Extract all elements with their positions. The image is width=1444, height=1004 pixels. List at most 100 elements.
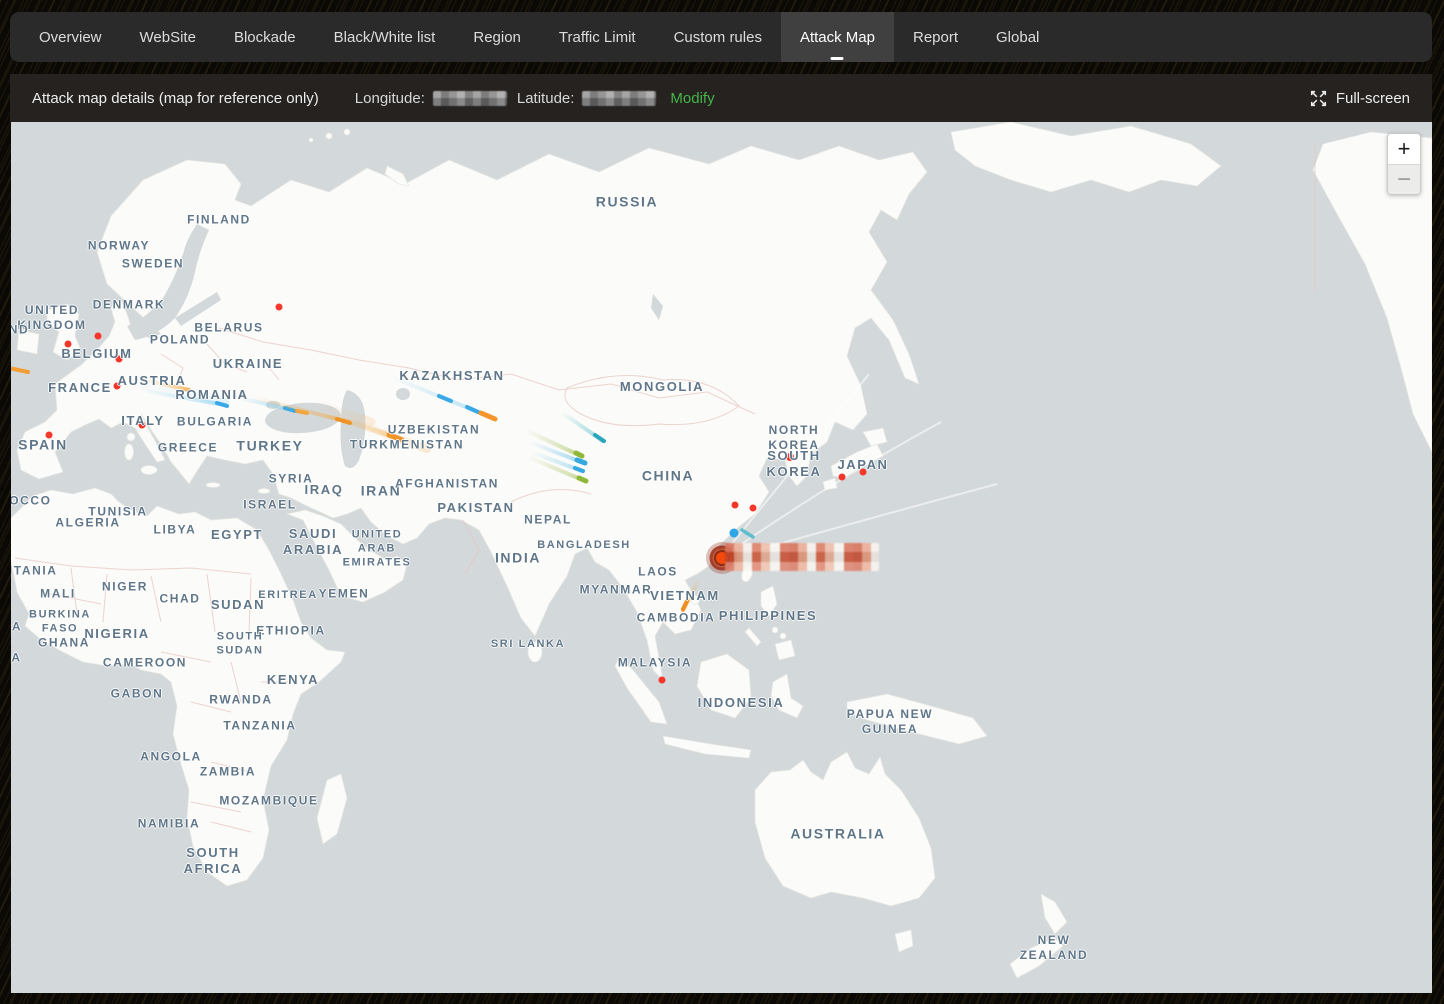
map-label-kenya: KENYA	[267, 672, 319, 688]
map-label-south-africa: SOUTH AFRICA	[184, 845, 243, 878]
attack-source-dot-11	[750, 505, 757, 512]
attack-source-dot-6	[276, 304, 283, 311]
map-label-ireland: IRELAND	[11, 323, 29, 338]
attack-source-dot-8	[839, 474, 846, 481]
map-label-gabon: GABON	[111, 687, 164, 702]
map-label-romania: ROMANIA	[175, 387, 248, 403]
map-label-ukraine: UKRAINE	[213, 356, 283, 372]
latitude-value-redacted	[582, 91, 656, 106]
map-zoom-control: + −	[1387, 133, 1421, 195]
map-label-uzbekistan: UZBEKISTAN	[388, 423, 480, 438]
map-label-south-sudan: SOUTH SUDAN	[216, 630, 263, 658]
page-title: Attack map details (map for reference on…	[32, 90, 319, 107]
map-label-iraq: IRAQ	[305, 482, 344, 498]
attack-source-dot-10	[732, 502, 739, 509]
map-label-mozambique: MOZAMBIQUE	[219, 794, 318, 809]
map-label-new-zealand: NEW ZEALAND	[1020, 933, 1089, 963]
modify-link[interactable]: Modify	[670, 90, 714, 107]
map-label-afghanistan: AFGHANISTAN	[395, 477, 499, 492]
map-label-malaysia: MALAYSIA	[618, 656, 692, 671]
tab-custom-rules[interactable]: Custom rules	[655, 12, 781, 62]
map-label-south-korea: SOUTH KOREA	[767, 448, 822, 481]
map-label-denmark: DENMARK	[93, 298, 166, 313]
tab-website[interactable]: WebSite	[121, 12, 215, 62]
map-label-australia: AUSTRALIA	[790, 825, 885, 843]
map-label-vietnam: VIETNAM	[650, 588, 720, 604]
tab-black-white-list[interactable]: Black/White list	[315, 12, 455, 62]
map-label-turkmenistan: TURKMENISTAN	[350, 438, 464, 453]
map-label-saudi-arabia: SAUDI ARABIA	[283, 526, 343, 559]
map-label-india: INDIA	[495, 549, 541, 567]
map-label-burkina-faso: BURKINA FASO	[29, 608, 91, 636]
world-attack-map[interactable]: RUSSIAFINLANDNORWAYSWEDENDENMARKUNITED K…	[11, 122, 1432, 993]
map-toolbar: Attack map details (map for reference on…	[10, 74, 1432, 122]
map-label-pakistan: PAKISTAN	[437, 500, 514, 516]
tab-attack-map[interactable]: Attack Map	[781, 12, 894, 62]
attack-trail-27	[579, 478, 586, 481]
zoom-in-button[interactable]: +	[1388, 134, 1420, 164]
map-label-israel: ISRAEL	[243, 498, 297, 513]
map-label-poland: POLAND	[150, 333, 210, 348]
map-label-italy: ITALY	[121, 413, 164, 429]
latitude-label: Latitude:	[517, 90, 575, 107]
map-label-greece: GREECE	[158, 441, 218, 456]
attack-source-dot-13	[730, 529, 739, 538]
map-label-namibia: NAMIBIA	[138, 817, 201, 832]
fullscreen-label: Full-screen	[1336, 90, 1410, 107]
map-label-belgium: BELGIUM	[61, 346, 132, 362]
tab-region[interactable]: Region	[454, 12, 540, 62]
map-label-united-arab-emirates: UNITED ARAB EMIRATES	[343, 528, 412, 569]
map-label-yemen: YEMEN	[319, 587, 370, 602]
map-label-algeria: ALGERIA	[55, 516, 120, 531]
map-label-indonesia: INDONESIA	[698, 695, 785, 711]
attack-source-dot-1	[95, 333, 102, 340]
map-label-finland: FINLAND	[187, 213, 251, 228]
attack-trail-23	[577, 460, 585, 463]
map-label-myanmar: MYANMAR	[580, 583, 653, 598]
attack-trail-25	[575, 468, 583, 471]
map-label-kazakhstan: KAZAKHSTAN	[399, 368, 504, 384]
map-label-angola: ANGOLA	[140, 750, 202, 765]
tab-blockade[interactable]: Blockade	[215, 12, 315, 62]
map-toolbar-left: Attack map details (map for reference on…	[32, 90, 715, 107]
map-label-niger: NIGER	[102, 580, 148, 595]
map-label-spain: SPAIN	[18, 436, 68, 454]
zoom-out-button[interactable]: −	[1388, 164, 1420, 194]
map-label-sri-lanka: SRI LANKA	[491, 638, 565, 652]
map-label-ethiopia: ETHIOPIA	[256, 624, 325, 639]
map-label-nepal: NEPAL	[524, 513, 572, 528]
map-label-mauritania: MAURITANIA	[11, 564, 58, 579]
map-label-morocco: MOROCCO	[11, 494, 52, 509]
map-label-france: FRANCE	[48, 380, 112, 396]
fullscreen-icon	[1310, 90, 1327, 107]
attack-trail-30	[742, 530, 753, 537]
map-label-cameroon: CAMEROON	[103, 656, 187, 671]
map-label-liberia: LIBERIA	[11, 651, 22, 666]
map-label-turkey: TURKEY	[236, 437, 303, 455]
tab-overview[interactable]: Overview	[20, 12, 121, 62]
attack-map-page: OverviewWebSiteBlockadeBlack/White listR…	[0, 0, 1444, 1004]
map-label-rwanda: RWANDA	[209, 693, 272, 708]
longitude-label: Longitude:	[355, 90, 425, 107]
map-label-japan: JAPAN	[837, 457, 888, 473]
map-label-russia: RUSSIA	[596, 193, 659, 211]
tab-report[interactable]: Report	[894, 12, 977, 62]
map-label-egypt: EGYPT	[211, 527, 263, 543]
tab-traffic-limit[interactable]: Traffic Limit	[540, 12, 655, 62]
map-label-eritrea: ERITREA	[258, 589, 317, 603]
map-label-sudan: SUDAN	[211, 597, 265, 613]
map-label-tanzania: TANZANIA	[223, 719, 296, 734]
longitude-value-redacted	[433, 91, 507, 106]
map-label-philippines: PHILIPPINES	[719, 608, 818, 624]
attack-trail-21	[576, 453, 582, 456]
tab-global[interactable]: Global	[977, 12, 1058, 62]
map-label-papua-new-guinea: PAPUA NEW GUINEA	[847, 707, 933, 737]
map-label-laos: LAOS	[638, 565, 678, 580]
map-label-cambodia: CAMBODIA	[637, 611, 716, 626]
map-label-bulgaria: BULGARIA	[177, 415, 253, 430]
map-label-mali: MALI	[40, 587, 76, 602]
map-label-bangladesh: BANGLADESH	[537, 539, 631, 553]
tab-bar: OverviewWebSiteBlockadeBlack/White listR…	[10, 12, 1432, 62]
fullscreen-button[interactable]: Full-screen	[1310, 90, 1410, 107]
map-label-ghana: GHANA	[38, 636, 90, 651]
